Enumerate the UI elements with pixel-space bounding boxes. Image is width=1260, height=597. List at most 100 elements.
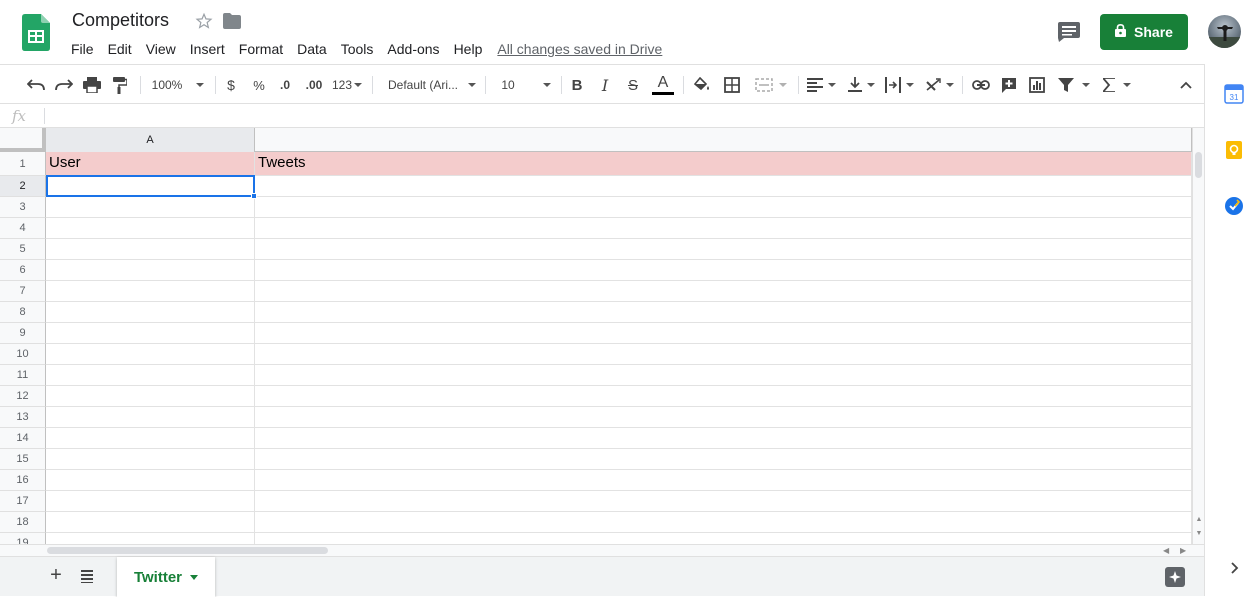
strikethrough-button[interactable]: S [623, 73, 643, 97]
chevron-right-icon[interactable] [1224, 558, 1244, 578]
row-header[interactable]: 10 [0, 344, 46, 365]
comments-icon[interactable] [1058, 22, 1080, 42]
row-header[interactable]: 7 [0, 281, 46, 302]
increase-decimal-button[interactable]: .00 [302, 73, 326, 97]
cell-selection-outline[interactable] [46, 175, 255, 197]
zoom-select[interactable]: 100% [148, 73, 208, 97]
row-header[interactable]: 3 [0, 197, 46, 218]
menu-view[interactable]: View [139, 39, 183, 59]
column-header-b[interactable] [255, 128, 1192, 152]
decrease-decimal-button[interactable]: .0 [275, 73, 295, 97]
filter-button[interactable] [1054, 73, 1094, 97]
row-header[interactable]: 18 [0, 512, 46, 533]
vertical-scrollbar-thumb[interactable] [1195, 152, 1202, 178]
row-header[interactable]: 1 [0, 152, 46, 176]
cell-b6[interactable] [255, 260, 1192, 280]
cell-b14[interactable] [255, 428, 1192, 448]
menu-tools[interactable]: Tools [334, 39, 381, 59]
cell-a6[interactable] [46, 260, 255, 280]
row-header[interactable]: 19 [0, 533, 46, 544]
chevron-down-icon[interactable] [190, 574, 199, 580]
cell-a18[interactable] [46, 512, 255, 532]
text-color-button[interactable]: A [651, 73, 675, 97]
font-size-select[interactable]: 10 [498, 73, 554, 97]
cell-a16[interactable] [46, 470, 255, 490]
insert-chart-button[interactable] [1025, 73, 1049, 97]
fill-color-button[interactable] [690, 73, 714, 97]
scroll-up-arrow-icon[interactable]: ▲ [1195, 516, 1203, 524]
cell-b3[interactable] [255, 197, 1192, 217]
cell-b19[interactable] [255, 533, 1192, 544]
cell-b17[interactable] [255, 491, 1192, 511]
row-header[interactable]: 17 [0, 491, 46, 512]
print-button[interactable] [80, 73, 104, 97]
insert-comment-button[interactable] [997, 73, 1021, 97]
menu-edit[interactable]: Edit [101, 39, 139, 59]
keep-icon[interactable] [1224, 140, 1244, 160]
collapse-toolbar-button[interactable] [1174, 73, 1198, 97]
scroll-down-arrow-icon[interactable]: ▼ [1195, 530, 1203, 538]
calendar-icon[interactable]: 31 [1224, 84, 1244, 104]
borders-button[interactable] [720, 73, 744, 97]
all-sheets-menu-icon[interactable] [79, 569, 95, 583]
percent-button[interactable]: % [249, 73, 269, 97]
cell-b1[interactable]: Tweets [255, 152, 1192, 175]
cell-a13[interactable] [46, 407, 255, 427]
cell-b15[interactable] [255, 449, 1192, 469]
cell-a12[interactable] [46, 386, 255, 406]
bold-button[interactable]: B [567, 73, 587, 97]
cell-b7[interactable] [255, 281, 1192, 301]
sheets-logo-icon[interactable] [22, 14, 50, 51]
cell-b10[interactable] [255, 344, 1192, 364]
row-header[interactable]: 2 [0, 176, 46, 197]
column-header-a[interactable]: A [46, 128, 255, 152]
menu-data[interactable]: Data [290, 39, 334, 59]
merge-cells-button[interactable] [750, 73, 792, 97]
menu-format[interactable]: Format [232, 39, 290, 59]
font-family-select[interactable]: Default (Ari... [384, 73, 480, 97]
row-header[interactable]: 15 [0, 449, 46, 470]
fill-handle[interactable] [251, 193, 257, 199]
cell-a11[interactable] [46, 365, 255, 385]
sheet-tab-twitter[interactable]: Twitter [117, 557, 215, 597]
cell-b13[interactable] [255, 407, 1192, 427]
horizontal-align-button[interactable] [804, 73, 838, 97]
row-header[interactable]: 16 [0, 470, 46, 491]
row-header[interactable]: 6 [0, 260, 46, 281]
insert-link-button[interactable] [969, 73, 993, 97]
horizontal-scrollbar-thumb[interactable] [47, 547, 328, 554]
functions-button[interactable] [1100, 73, 1134, 97]
paint-format-button[interactable] [108, 73, 132, 97]
cell-a10[interactable] [46, 344, 255, 364]
undo-button[interactable] [24, 73, 48, 97]
cell-b5[interactable] [255, 239, 1192, 259]
horizontal-scrollbar[interactable]: ◀ ▶ [0, 544, 1204, 556]
cell-b9[interactable] [255, 323, 1192, 343]
cell-b2[interactable] [255, 176, 1192, 196]
document-title[interactable]: Competitors [72, 10, 169, 31]
scroll-left-arrow-icon[interactable]: ◀ [1163, 546, 1169, 555]
cell-a9[interactable] [46, 323, 255, 343]
folder-icon[interactable] [223, 13, 241, 29]
vertical-align-button[interactable] [844, 73, 878, 97]
formula-input[interactable] [52, 104, 1192, 128]
row-header[interactable]: 4 [0, 218, 46, 239]
cell-a19[interactable] [46, 533, 255, 544]
cell-a3[interactable] [46, 197, 255, 217]
cell-a5[interactable] [46, 239, 255, 259]
cell-a4[interactable] [46, 218, 255, 238]
row-header[interactable]: 14 [0, 428, 46, 449]
menu-add-ons[interactable]: Add-ons [380, 39, 446, 59]
avatar[interactable] [1208, 15, 1241, 48]
scroll-right-arrow-icon[interactable]: ▶ [1180, 546, 1186, 555]
explore-icon[interactable] [1165, 567, 1185, 587]
cell-b8[interactable] [255, 302, 1192, 322]
more-formats-button[interactable]: 123 [331, 73, 363, 97]
italic-button[interactable]: I [595, 73, 615, 97]
select-all-corner[interactable] [0, 128, 46, 152]
row-header[interactable]: 13 [0, 407, 46, 428]
cell-a7[interactable] [46, 281, 255, 301]
menu-help[interactable]: Help [447, 39, 490, 59]
row-header[interactable]: 9 [0, 323, 46, 344]
add-sheet-button[interactable]: + [46, 565, 66, 586]
